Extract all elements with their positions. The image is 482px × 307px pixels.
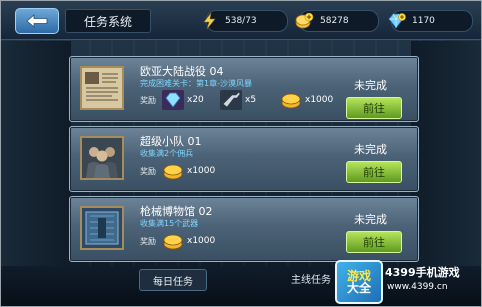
task-thumbnail bbox=[80, 206, 124, 250]
top-bar: 任务系统 538/73 58278 1170 bbox=[1, 1, 481, 40]
tab-daily-tasks[interactable]: 每日任务 bbox=[139, 269, 207, 291]
vault-icon bbox=[82, 208, 122, 248]
reward-item: x1000 bbox=[162, 161, 215, 181]
diamond-counter[interactable]: 1170 bbox=[388, 10, 473, 32]
go-button[interactable]: 前往 bbox=[346, 97, 402, 119]
task-thumbnail bbox=[80, 66, 124, 110]
gold-value: 58278 bbox=[320, 16, 349, 26]
gold-icon bbox=[281, 93, 301, 109]
game-screen: 任务系统 538/73 58278 1170 欧亚大陆战役 04 完成困难关卡：… bbox=[0, 0, 482, 307]
tab-main-tasks[interactable]: 主线任务 bbox=[291, 271, 331, 286]
logo-line2: 大全 bbox=[346, 281, 371, 295]
reward-item: x20 bbox=[162, 90, 204, 110]
reward-item: x5 bbox=[220, 90, 256, 110]
reward-value: x1000 bbox=[187, 166, 216, 176]
reward-value: x1000 bbox=[187, 236, 216, 246]
watermark-logo: 游戏 大全 bbox=[335, 260, 383, 304]
weapon-part-icon bbox=[220, 90, 242, 110]
diamond-value: 1170 bbox=[412, 16, 435, 26]
task-description: 收集满2个佣兵 bbox=[140, 149, 194, 158]
task-thumbnail bbox=[80, 136, 124, 180]
reward-label: 奖励 bbox=[140, 96, 156, 105]
reward-label: 奖励 bbox=[140, 237, 156, 246]
task-name: 超级小队 01 bbox=[140, 135, 202, 148]
gold-icon bbox=[163, 234, 183, 250]
watermark-brand: 4399手机游戏 bbox=[385, 266, 460, 279]
energy-icon bbox=[203, 12, 216, 30]
task-status: 未完成 bbox=[354, 213, 387, 226]
watermark-url: www.4399.cn bbox=[387, 282, 448, 292]
task-status: 未完成 bbox=[354, 143, 387, 156]
background-left-wall bbox=[1, 41, 71, 271]
diamond-icon bbox=[162, 90, 184, 110]
reward-value: x5 bbox=[245, 95, 257, 105]
background-right-wall bbox=[411, 41, 481, 271]
reward-label: 奖励 bbox=[140, 167, 156, 176]
gold-coin-plus-icon bbox=[295, 12, 314, 29]
go-button[interactable]: 前往 bbox=[346, 231, 402, 253]
task-status: 未完成 bbox=[354, 79, 387, 92]
reward-value: x1000 bbox=[305, 95, 334, 105]
energy-counter: 538/73 bbox=[203, 10, 288, 32]
back-button[interactable] bbox=[15, 8, 59, 34]
reward-item: x1000 bbox=[162, 231, 215, 251]
document-icon bbox=[82, 68, 122, 108]
gold-icon bbox=[163, 164, 183, 180]
task-name: 枪械博物馆 02 bbox=[140, 205, 213, 218]
back-arrow-icon bbox=[26, 14, 48, 28]
task-description: 收集满15个武器 bbox=[140, 219, 199, 228]
page-title: 任务系统 bbox=[65, 9, 151, 33]
task-name: 欧亚大陆战役 04 bbox=[140, 65, 224, 78]
reward-value: x20 bbox=[187, 95, 204, 105]
gold-counter[interactable]: 58278 bbox=[295, 10, 379, 32]
task-row: 超级小队 01 收集满2个佣兵 奖励 x1000 未完成 前往 bbox=[69, 126, 419, 192]
task-row: 枪械博物馆 02 收集满15个武器 奖励 x1000 未完成 前往 bbox=[69, 196, 419, 262]
task-description: 完成困难关卡：第1章-沙漠风暴 bbox=[140, 79, 252, 88]
diamond-plus-icon bbox=[388, 13, 406, 29]
squad-icon bbox=[82, 138, 122, 178]
go-button[interactable]: 前往 bbox=[346, 161, 402, 183]
energy-value: 538/73 bbox=[225, 16, 257, 26]
reward-item: x1000 bbox=[280, 90, 333, 110]
task-row: 欧亚大陆战役 04 完成困难关卡：第1章-沙漠风暴 奖励 x20 x5 x100… bbox=[69, 56, 419, 122]
